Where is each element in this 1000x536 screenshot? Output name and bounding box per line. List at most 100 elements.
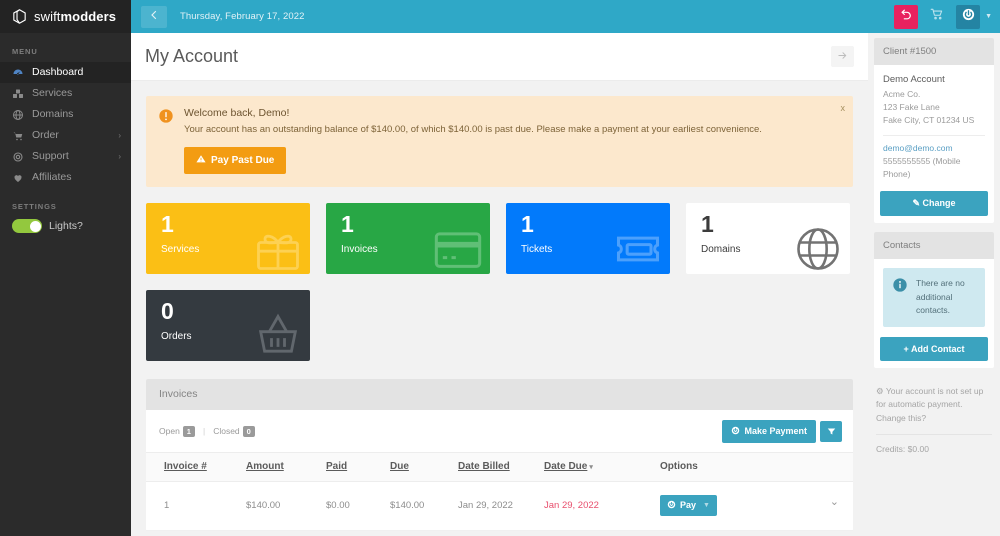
sidebar-item-label: Dashboard — [32, 66, 84, 79]
sidebar-item-services[interactable]: Services — [0, 83, 131, 104]
invoices-table-head: Invoice # Amount Paid Due Date Billed Da… — [146, 451, 853, 482]
filter-button[interactable] — [820, 420, 842, 442]
stat-card-domains[interactable]: 1 Domains — [686, 202, 850, 274]
current-date: Thursday, February 17, 2022 — [180, 11, 305, 22]
no-contacts-text: There are no additional contacts. — [916, 278, 965, 316]
sidebar-item-order[interactable]: Order › — [0, 125, 131, 146]
chevron-down-icon[interactable]: ⌄ — [830, 495, 839, 508]
filter-closed[interactable]: Closed 0 — [213, 425, 255, 437]
sidebar-item-domains[interactable]: Domains — [0, 104, 131, 125]
logout-button[interactable] — [956, 4, 981, 29]
heart-icon — [12, 172, 24, 184]
account-company: Acme Co. — [883, 89, 921, 99]
sidebar-item-affiliates[interactable]: Affiliates — [0, 167, 131, 188]
cell-date-due: Jan 29, 2022 — [544, 481, 660, 531]
sidebar-item-label: Services — [32, 87, 73, 100]
page-header: My Account — [131, 33, 868, 81]
contacts-card-body: There are no additional contacts. — [874, 259, 994, 337]
right-sidebar: Client #1500 Demo Account Acme Co. 123 F… — [868, 33, 1000, 536]
account-phone: 5555555555 (Mobile Phone) — [883, 155, 961, 179]
pencil-icon: ✎ — [912, 198, 920, 209]
invoices-panel: Invoices Open1 | Closed0 Make Payment — [146, 378, 853, 531]
stat-card-orders[interactable]: 0 Orders — [146, 289, 310, 361]
stat-card-invoices[interactable]: 1 Invoices — [326, 202, 490, 274]
add-contact-wrap: + Add Contact — [874, 336, 994, 368]
globe-icon — [12, 109, 24, 121]
sort-caret-icon: ▾ — [589, 463, 593, 471]
sidebar-collapse-button[interactable] — [141, 5, 167, 28]
creditcard-icon — [430, 223, 486, 274]
app-root: swiftmodders MENU Dashboard Services Dom… — [0, 0, 1000, 536]
column-paid[interactable]: Paid — [326, 451, 390, 482]
filter-icon — [827, 424, 836, 439]
cell-options: Pay ▼ ⌄ — [660, 481, 853, 531]
client-id-header: Client #1500 — [874, 38, 994, 65]
account-email[interactable]: demo@demo.com — [883, 142, 985, 155]
content-area: Welcome back, Demo! Your account has an … — [131, 81, 868, 536]
filter-open-label: Open — [159, 425, 180, 436]
settings-section-title: SETTINGS — [12, 202, 57, 211]
change-button[interactable]: ✎ Change — [880, 191, 988, 217]
column-invoice-number[interactable]: Invoice # — [146, 451, 246, 482]
cell-invoice-number[interactable]: 1 — [146, 481, 246, 531]
table-header-row: Invoice # Amount Paid Due Date Billed Da… — [146, 451, 853, 482]
alert-message: Your account has an outstanding balance … — [184, 124, 762, 135]
chevron-down-icon[interactable]: ▼ — [985, 13, 992, 20]
brand-name-bold: modders — [60, 9, 117, 24]
make-payment-button[interactable]: Make Payment — [722, 419, 816, 443]
invoices-table: Invoice # Amount Paid Due Date Billed Da… — [146, 451, 853, 531]
client-card: Client #1500 Demo Account Acme Co. 123 F… — [874, 38, 994, 224]
alert-title: Welcome back, Demo! — [184, 107, 290, 119]
power-circle-icon — [731, 426, 740, 437]
add-contact-button[interactable]: + Add Contact — [880, 336, 988, 361]
page-forward-button[interactable] — [831, 46, 854, 67]
invoices-panel-title: Invoices — [146, 378, 853, 410]
column-date-due[interactable]: Date Due ▾ — [544, 451, 660, 482]
menu-section-title: MENU — [12, 47, 38, 56]
exclamation-circle-icon — [158, 108, 174, 174]
filter-open[interactable]: Open 1 — [159, 425, 195, 437]
autopay-note[interactable]: ⚙ Your account is not set up for automat… — [876, 385, 992, 426]
filter-separator: | — [202, 426, 206, 437]
alert-close-button[interactable]: x — [841, 103, 846, 113]
column-due[interactable]: Due — [390, 451, 458, 482]
column-amount[interactable]: Amount — [246, 451, 326, 482]
pay-button[interactable]: Pay ▼ — [660, 494, 717, 516]
pay-button-label: Pay — [680, 500, 697, 511]
left-sidebar: swiftmodders MENU Dashboard Services Dom… — [0, 0, 131, 536]
speedometer-icon — [12, 67, 24, 79]
filter-closed-label: Closed — [213, 425, 240, 436]
lifering-icon — [12, 151, 24, 163]
stat-card-tickets[interactable]: 1 Tickets — [506, 202, 670, 274]
sidebar-item-label: Domains — [32, 108, 74, 121]
top-bar: Thursday, February 17, 2022 ▼ — [131, 0, 1000, 33]
autopay-note-block: ⚙ Your account is not set up for automat… — [874, 377, 994, 454]
contacts-card: Contacts There are no additional contact… — [874, 232, 994, 368]
stat-card-services[interactable]: 1 Services — [146, 202, 310, 274]
past-due-alert: Welcome back, Demo! Your account has an … — [146, 96, 853, 187]
change-button-wrap: ✎ Change — [874, 191, 994, 223]
cart-button[interactable] — [925, 5, 949, 29]
pay-past-due-button[interactable]: Pay Past Due — [184, 146, 287, 174]
arrow-right-icon — [837, 48, 848, 66]
globe-icon — [790, 223, 846, 274]
autopay-note-text: Your account is not set up for automatic… — [876, 385, 984, 423]
pay-dropdown-caret-icon[interactable]: ▼ — [703, 502, 710, 509]
sidebar-item-support[interactable]: Support › — [0, 146, 131, 167]
lights-toggle[interactable] — [12, 219, 42, 233]
topbar-actions: ▼ — [894, 4, 992, 29]
cell-due: $140.00 — [390, 481, 458, 531]
account-address-line2: Fake City, CT 01234 US — [883, 115, 975, 126]
column-date-billed[interactable]: Date Billed — [458, 451, 544, 482]
change-button-label: Change — [922, 198, 956, 209]
contacts-header: Contacts — [874, 232, 994, 260]
sidebar-caret: › — [118, 131, 121, 140]
brand-logo-area[interactable]: swiftmodders — [0, 0, 131, 33]
divider — [883, 134, 985, 136]
cube-icon — [11, 8, 28, 25]
info-circle-icon — [892, 277, 908, 298]
undo-button[interactable] — [894, 4, 919, 29]
sidebar-item-dashboard[interactable]: Dashboard — [0, 62, 131, 83]
alert-body: Welcome back, Demo! Your account has an … — [184, 107, 842, 174]
invoices-toolbar-actions: Make Payment — [722, 419, 842, 443]
